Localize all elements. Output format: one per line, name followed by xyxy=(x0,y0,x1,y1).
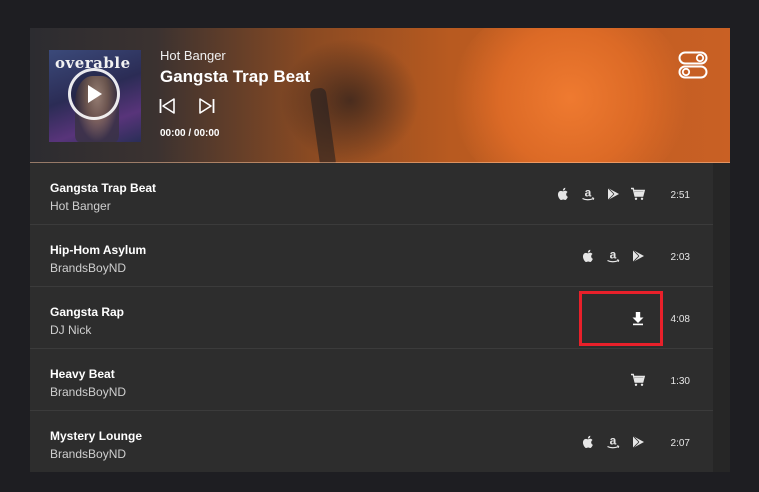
svg-text:a: a xyxy=(610,434,617,448)
google-play-icon[interactable] xyxy=(630,434,646,450)
track-duration: 2:51 xyxy=(670,190,690,201)
apple-icon[interactable] xyxy=(580,434,596,450)
header-background-shadow xyxy=(280,38,420,163)
track-title: Gangsta Trap Beat xyxy=(50,181,157,195)
store-links: a xyxy=(555,184,646,204)
svg-text:a: a xyxy=(610,248,617,262)
music-player: overable Hot Banger Gangsta Trap Beat 00… xyxy=(30,28,730,472)
next-track-button[interactable] xyxy=(198,97,216,115)
amazon-icon[interactable]: a xyxy=(605,434,621,450)
svg-text:a: a xyxy=(585,186,592,200)
track-title: Heavy Beat xyxy=(50,367,115,381)
track-artist: DJ Nick xyxy=(50,323,92,337)
amazon-icon[interactable]: a xyxy=(580,186,596,202)
track-artist: BrandsBoyND xyxy=(50,261,127,275)
track-row[interactable]: Hip-Hom Asylum BrandsBoyND a 2:03 xyxy=(30,225,713,287)
skip-next-icon xyxy=(199,98,215,114)
now-playing-artist: Hot Banger xyxy=(160,48,226,63)
header-background-glow xyxy=(450,28,690,163)
album-art: overable xyxy=(49,50,141,142)
apple-icon[interactable] xyxy=(580,248,596,264)
track-title: Hip-Hom Asylum xyxy=(50,243,147,257)
track-list: Gangsta Trap Beat Hot Banger a 2:51 Hip-… xyxy=(30,163,713,472)
track-title: Mystery Lounge xyxy=(50,429,143,443)
store-links: a xyxy=(580,432,646,452)
toggle-switch-icon xyxy=(678,51,708,79)
google-play-icon[interactable] xyxy=(630,248,646,264)
track-row[interactable]: Gangsta Rap DJ Nick 4:08 xyxy=(30,287,713,349)
google-play-icon[interactable] xyxy=(605,186,621,202)
track-row[interactable]: Heavy Beat BrandsBoyND 1:30 xyxy=(30,349,713,411)
settings-toggle-button[interactable] xyxy=(678,51,708,79)
now-playing-title: Gangsta Trap Beat xyxy=(160,67,311,86)
store-links xyxy=(630,308,646,328)
player-header: overable Hot Banger Gangsta Trap Beat 00… xyxy=(30,28,730,163)
download-icon[interactable] xyxy=(630,310,646,326)
cart-icon[interactable] xyxy=(630,372,646,388)
track-title: Gangsta Rap xyxy=(50,305,125,319)
play-icon xyxy=(88,85,102,103)
track-duration: 2:03 xyxy=(670,252,690,263)
previous-track-button[interactable] xyxy=(158,97,176,115)
track-row[interactable]: Gangsta Trap Beat Hot Banger a 2:51 xyxy=(30,163,713,225)
amazon-icon[interactable]: a xyxy=(605,248,621,264)
cart-icon[interactable] xyxy=(630,186,646,202)
track-artist: BrandsBoyND xyxy=(50,385,127,399)
track-duration: 1:30 xyxy=(670,376,690,387)
playback-time: 00:00 / 00:00 xyxy=(160,128,220,139)
play-button[interactable] xyxy=(68,68,120,120)
track-artist: Hot Banger xyxy=(50,199,111,213)
track-row[interactable]: Mystery Lounge BrandsBoyND a 2:07 xyxy=(30,411,713,472)
skip-previous-icon xyxy=(159,98,175,114)
store-links: a xyxy=(580,246,646,266)
track-artist: BrandsBoyND xyxy=(50,447,127,461)
track-duration: 4:08 xyxy=(670,314,690,325)
store-links xyxy=(630,370,646,390)
apple-icon[interactable] xyxy=(555,186,571,202)
track-duration: 2:07 xyxy=(670,438,690,449)
